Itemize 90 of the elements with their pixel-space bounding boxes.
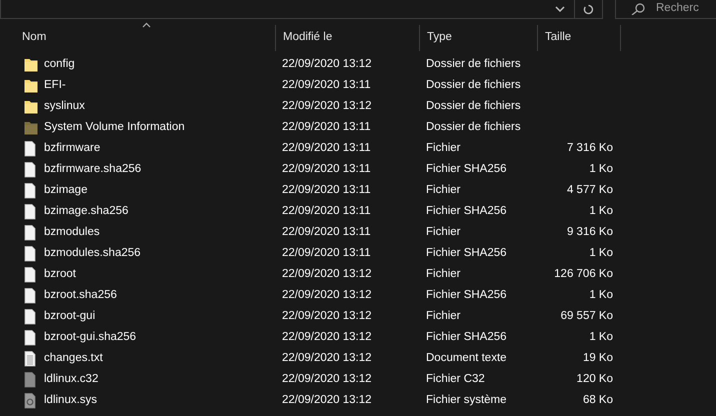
file-size: 1 Ko <box>589 162 613 175</box>
file-type: Dossier de fichiers <box>426 100 521 112</box>
modified-date: 22/09/2020 13:12 <box>282 310 372 322</box>
file-type: Fichier <box>426 226 461 238</box>
system-file-icon <box>24 392 38 408</box>
file-name[interactable]: ldlinux.sys <box>44 392 98 410</box>
modified-date: 22/09/2020 13:12 <box>282 394 372 406</box>
file-size: 1 Ko <box>589 204 613 217</box>
folder-icon <box>24 56 38 72</box>
file-name[interactable]: bzfirmware <box>44 140 100 158</box>
modified-date: 22/09/2020 13:12 <box>282 372 372 385</box>
column-header[interactable]: Type <box>420 25 538 51</box>
column-header[interactable]: Modifié le <box>276 25 420 51</box>
modified-date: 22/09/2020 13:11 <box>282 246 371 259</box>
folder-icon <box>24 78 38 94</box>
file-icon <box>24 266 38 282</box>
file-type: Fichier SHA256 <box>426 204 507 217</box>
modified-date: 22/09/2020 13:12 <box>282 58 372 70</box>
file-size: 120 Ko <box>576 372 613 385</box>
file-size: 7 316 Ko <box>566 142 613 154</box>
file-type: Fichier SHA256 <box>426 288 507 301</box>
file-name[interactable]: config <box>44 56 75 74</box>
file-name[interactable]: changes.txt <box>44 350 103 368</box>
file-name[interactable]: ldlinux.c32 <box>44 370 98 388</box>
file-icon <box>24 288 38 304</box>
modified-date: 22/09/2020 13:12 <box>282 352 372 364</box>
modified-date: 22/09/2020 13:12 <box>282 268 372 280</box>
chevron-down-icon[interactable] <box>555 6 565 12</box>
file-icon <box>24 372 38 388</box>
file-type: Fichier <box>426 310 461 322</box>
file-name[interactable]: bzimage.sha256 <box>44 202 128 220</box>
text-file-icon <box>24 350 38 366</box>
folder-icon <box>24 98 38 114</box>
file-size: 1 Ko <box>589 288 613 301</box>
sort-ascending-icon <box>142 22 150 28</box>
file-icon <box>24 204 38 220</box>
file-type: Fichier C32 <box>426 372 485 385</box>
file-type: Fichier SHA256 <box>426 162 507 175</box>
file-icon <box>24 140 38 156</box>
file-size: 1 Ko <box>589 330 613 343</box>
file-name[interactable]: bzmodules <box>44 224 100 242</box>
file-name[interactable]: System Volume Information <box>44 118 185 136</box>
file-size: 126 706 Ko <box>554 268 613 280</box>
file-type: Fichier SHA256 <box>426 330 507 343</box>
file-type: Fichier SHA256 <box>426 246 507 259</box>
file-size: 9 316 Ko <box>566 226 613 238</box>
refresh-icon[interactable] <box>583 4 594 14</box>
file-name[interactable]: bzroot <box>44 266 76 284</box>
file-name[interactable]: EFI- <box>44 76 66 94</box>
modified-date: 22/09/2020 13:12 <box>282 100 372 112</box>
modified-date: 22/09/2020 13:11 <box>282 120 371 133</box>
file-type: Dossier de fichiers <box>426 58 521 70</box>
search-icon <box>630 3 646 15</box>
file-name[interactable]: bzimage <box>44 182 88 200</box>
modified-date: 22/09/2020 13:11 <box>282 162 371 175</box>
modified-date: 22/09/2020 13:11 <box>282 78 371 91</box>
file-name[interactable]: bzroot.sha256 <box>44 286 117 304</box>
file-type: Fichier <box>426 268 461 280</box>
folder-icon <box>24 120 38 136</box>
file-size: 69 557 Ko <box>560 310 613 322</box>
search-field[interactable]: Recherc <box>656 0 716 18</box>
file-size: 4 577 Ko <box>566 184 613 196</box>
file-icon <box>24 330 38 346</box>
file-type: Dossier de fichiers <box>426 78 521 91</box>
file-name[interactable]: bzmodules.sha256 <box>44 244 141 262</box>
modified-date: 22/09/2020 13:11 <box>282 204 371 217</box>
file-size: 68 Ko <box>582 394 613 406</box>
file-type: Fichier <box>426 184 461 196</box>
file-size: 19 Ko <box>582 352 613 364</box>
file-icon <box>24 246 38 262</box>
file-type: Document texte <box>426 352 507 364</box>
modified-date: 22/09/2020 13:11 <box>282 226 371 238</box>
modified-date: 22/09/2020 13:11 <box>282 184 371 196</box>
column-header[interactable]: Taille <box>538 25 621 51</box>
file-type: Fichier <box>426 142 461 154</box>
file-type: Fichier système <box>426 394 507 406</box>
file-icon <box>24 162 38 178</box>
modified-date: 22/09/2020 13:11 <box>282 142 371 154</box>
file-name[interactable]: bzroot-gui.sha256 <box>44 328 136 346</box>
column-header[interactable]: Nom <box>0 25 276 51</box>
file-name[interactable]: bzroot-gui <box>44 308 96 326</box>
file-icon <box>24 308 38 324</box>
file-icon <box>24 182 38 198</box>
file-name[interactable]: bzfirmware.sha256 <box>44 160 142 178</box>
file-type: Dossier de fichiers <box>426 120 521 133</box>
modified-date: 22/09/2020 13:12 <box>282 330 372 343</box>
file-name[interactable]: syslinux <box>44 98 85 116</box>
file-size: 1 Ko <box>589 246 613 259</box>
file-icon <box>24 224 38 240</box>
modified-date: 22/09/2020 13:12 <box>282 288 372 301</box>
